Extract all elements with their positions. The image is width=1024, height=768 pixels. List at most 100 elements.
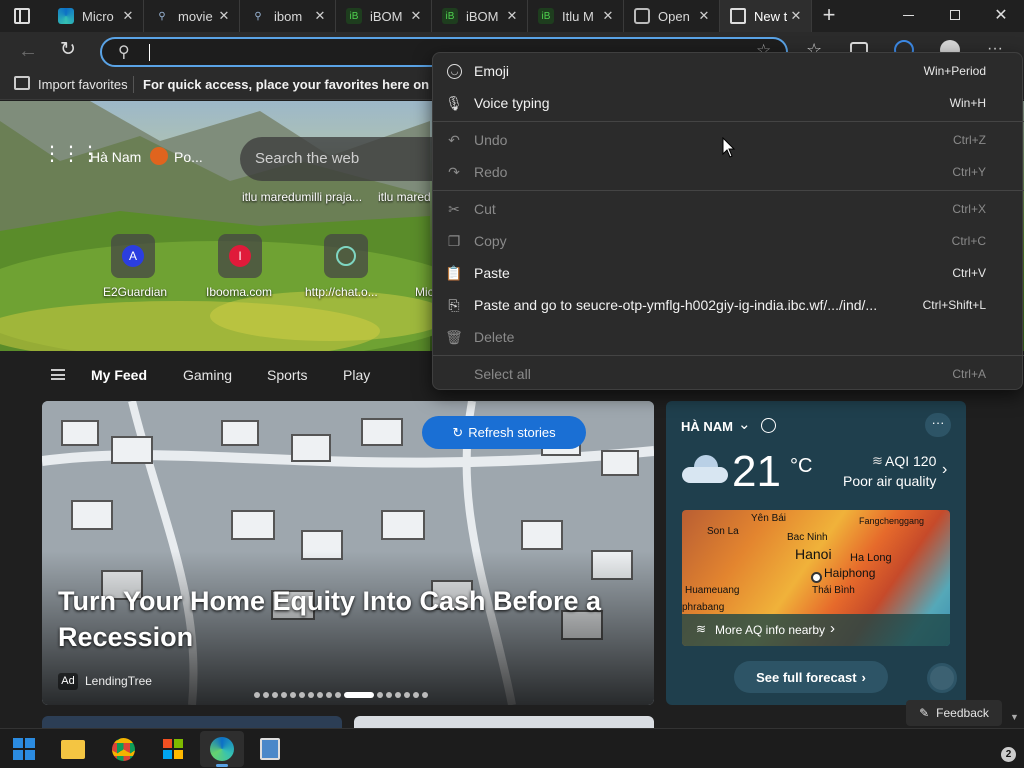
- chevron-right-icon: ›: [830, 620, 835, 637]
- close-icon[interactable]: ✕: [215, 8, 233, 24]
- menu-label: Cut: [474, 201, 496, 217]
- weather-card[interactable]: HÀ NAM ⌄ ··· 21 °C ≋ AQI 120 Poor air qu…: [666, 401, 966, 705]
- tab-6[interactable]: iB Itlu M ✕: [528, 0, 624, 32]
- start-windows-icon[interactable]: [13, 738, 35, 760]
- menu-label: Delete: [474, 329, 515, 345]
- globe-icon[interactable]: [761, 418, 776, 433]
- feedback-label: Feedback: [936, 706, 989, 720]
- aqi-value[interactable]: AQI 120: [885, 453, 936, 469]
- refresh-label: Refresh stories: [468, 425, 556, 440]
- paste-go-icon: ⎘: [448, 296, 460, 313]
- aq-map[interactable]: Yên Bái Son La Bac Ninh Fangchenggang Ha…: [682, 510, 950, 646]
- refresh-icon[interactable]: ↻: [60, 38, 82, 60]
- web-search-box[interactable]: Search the web: [240, 137, 440, 181]
- menu-item-paste[interactable]: 📋 Paste Ctrl+V: [433, 259, 1024, 287]
- microsoft-store-icon[interactable]: [163, 739, 183, 759]
- aq-link-bar[interactable]: ≋ More AQ info nearby ›: [682, 614, 950, 646]
- tab-3[interactable]: ⚲ ibom ✕: [240, 0, 336, 32]
- tab-title: Itlu M: [562, 8, 594, 24]
- file-explorer-icon[interactable]: [61, 740, 85, 759]
- story-card-peek-2[interactable]: [354, 716, 654, 728]
- aq-icon: ≋: [696, 622, 707, 636]
- recent-search-1[interactable]: itlu maredumilli praja...: [242, 190, 362, 204]
- mouse-cursor-icon: [722, 137, 736, 158]
- menu-shortcut: Ctrl+Y: [952, 165, 986, 179]
- feed-tab-my-feed[interactable]: My Feed: [91, 367, 147, 383]
- paste-icon: 📋: [445, 264, 463, 281]
- feed-tab-sports[interactable]: Sports: [267, 367, 307, 383]
- weather-avatar-icon[interactable]: [927, 663, 957, 693]
- new-tab-plus-icon[interactable]: +: [818, 4, 840, 28]
- see-full-forecast-button[interactable]: See full forecast ›: [734, 661, 888, 693]
- tab-2[interactable]: ⚲ movie ✕: [144, 0, 240, 32]
- notification-badge[interactable]: 2: [1001, 747, 1016, 762]
- story-card-peek-1[interactable]: [42, 716, 342, 728]
- menu-shortcut: Ctrl+Z: [953, 133, 986, 147]
- restore-icon[interactable]: [950, 10, 960, 20]
- tab-title: movie: [178, 8, 213, 24]
- feed-tab-gaming[interactable]: Gaming: [183, 367, 232, 383]
- hamburger-menu-icon[interactable]: [51, 369, 65, 380]
- tab-8-active[interactable]: New t ✕: [720, 0, 812, 32]
- close-icon[interactable]: ✕: [695, 8, 713, 24]
- more-options-icon[interactable]: ···: [925, 413, 951, 437]
- ad-badge: Ad: [58, 673, 78, 690]
- chevron-right-icon[interactable]: ›: [942, 461, 947, 479]
- text-cursor: [149, 44, 150, 61]
- tab-actions-icon[interactable]: [14, 8, 30, 24]
- menu-label: Paste: [474, 265, 510, 281]
- hero-story-card[interactable]: ↻ Refresh stories Turn Your Home Equity …: [42, 401, 654, 705]
- import-icon: [14, 76, 30, 90]
- reader-app-icon[interactable]: [260, 738, 280, 760]
- menu-item-paste-and-go[interactable]: ⎘ Paste and go to seucre-otp-ymflg-h002g…: [433, 291, 1024, 319]
- close-icon[interactable]: ✕: [119, 8, 137, 24]
- tab-1[interactable]: Micro ✕: [48, 0, 144, 32]
- close-icon[interactable]: ✕: [787, 8, 805, 24]
- menu-separator: [433, 355, 1024, 356]
- recent-search-2[interactable]: itlu mared: [378, 190, 430, 204]
- close-icon[interactable]: ✕: [503, 8, 521, 24]
- weather-short[interactable]: Po...: [174, 149, 203, 165]
- minimize-icon[interactable]: [903, 15, 914, 16]
- openai-icon: [634, 8, 650, 24]
- chevron-down-icon[interactable]: ⌄: [738, 415, 751, 433]
- quick-link-badge: A: [122, 245, 144, 267]
- chrome-icon[interactable]: [112, 738, 135, 761]
- aq-link[interactable]: More AQ info nearby: [715, 623, 825, 637]
- refresh-stories-button[interactable]: ↻ Refresh stories: [422, 416, 586, 449]
- menu-item-cut: ✂ Cut Ctrl+X: [433, 195, 1024, 223]
- import-favorites-link[interactable]: Import favorites: [38, 77, 128, 92]
- map-label: phrabang: [682, 602, 725, 613]
- tab-5[interactable]: iB iBOM ✕: [432, 0, 528, 32]
- tab-4[interactable]: iB iBOM ✕: [336, 0, 432, 32]
- menu-item-voice-typing[interactable]: 🎙 Voice typing Win+H: [433, 89, 1024, 117]
- carousel-dots[interactable]: [254, 692, 428, 698]
- tab-title: iBOM: [370, 8, 403, 24]
- close-icon[interactable]: ✕: [407, 8, 425, 24]
- quick-link-2-label: Ibooma.com: [206, 285, 273, 299]
- menu-label: Voice typing: [474, 95, 550, 111]
- feed-tab-play[interactable]: Play: [343, 367, 370, 383]
- tab-7[interactable]: Open ✕: [624, 0, 720, 32]
- app-launcher-icon[interactable]: ⋮⋮⋮: [42, 144, 100, 168]
- weather-location[interactable]: HÀ NAM: [681, 419, 733, 434]
- close-icon[interactable]: ✕: [599, 8, 617, 24]
- close-icon[interactable]: ✕: [311, 8, 329, 24]
- feedback-button[interactable]: ✎ Feedback: [906, 700, 1002, 726]
- map-label: Fangchenggang: [859, 516, 925, 526]
- window-close-icon[interactable]: ✕: [992, 5, 1010, 25]
- aqi-description[interactable]: Poor air quality: [843, 473, 936, 489]
- quick-link-4-label[interactable]: Mic: [415, 285, 433, 299]
- edge-icon: [58, 8, 74, 24]
- menu-item-emoji[interactable]: ◡ Emoji Win+Period: [433, 57, 1024, 85]
- edge-taskbar-active[interactable]: [200, 731, 244, 767]
- favorites-hint: For quick access, place your favorites h…: [143, 77, 433, 92]
- forecast-label: See full forecast: [756, 669, 857, 685]
- menu-shortcut: Win+Period: [923, 64, 986, 78]
- scrollbar-down-arrow[interactable]: ▼: [1010, 712, 1019, 722]
- location-label[interactable]: Hà Nam: [90, 149, 141, 165]
- map-label: Ha Long: [850, 552, 892, 564]
- tab-title: Micro: [82, 8, 114, 24]
- redo-icon: ↷: [448, 163, 460, 180]
- back-arrow-icon[interactable]: ←: [18, 40, 40, 62]
